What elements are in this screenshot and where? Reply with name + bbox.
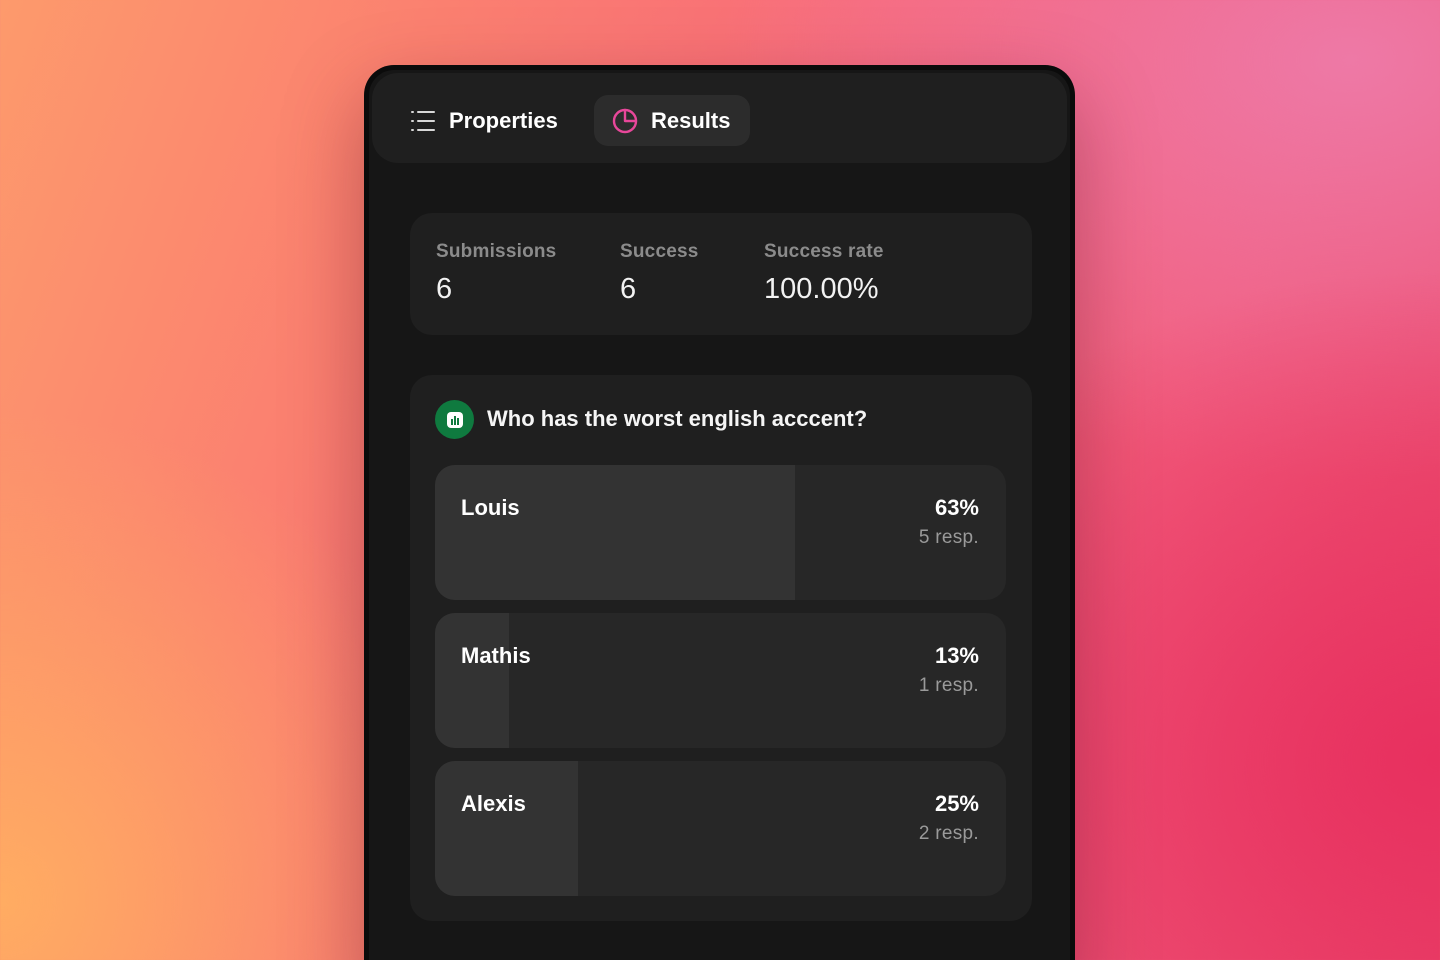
tab-properties[interactable]: Properties <box>392 95 576 146</box>
option-label: Louis <box>461 495 520 520</box>
tab-results[interactable]: Results <box>594 95 750 146</box>
option-label: Mathis <box>461 643 531 668</box>
option-fill-bar <box>435 613 510 748</box>
stat-success-label: Success <box>620 241 699 262</box>
pie-chart-icon <box>612 108 638 134</box>
question-title: Who has the worst english acccent? <box>487 406 868 431</box>
option-responses: 1 resp. <box>918 675 979 696</box>
stats-card: Submissions 6 Success 6 Success rate 100… <box>410 213 1032 335</box>
option-percent: 63% <box>934 495 979 520</box>
option-alexis[interactable]: Alexis 25% 2 resp. <box>435 761 1006 896</box>
stat-submissions-value: 6 <box>436 273 453 305</box>
question-card: Who has the worst english acccent? Louis… <box>410 375 1032 921</box>
tab-bar: Properties Results <box>372 73 1067 163</box>
stat-success-rate-label: Success rate <box>764 241 884 262</box>
option-responses: 2 resp. <box>918 823 979 844</box>
option-mathis[interactable]: Mathis 13% 1 resp. <box>435 613 1006 748</box>
option-label: Alexis <box>461 791 526 816</box>
list-icon <box>410 108 436 134</box>
results-panel: Properties Results Submissions 6 Success… <box>364 65 1075 960</box>
option-percent: 25% <box>934 791 979 816</box>
tab-properties-label: Properties <box>449 107 558 133</box>
tab-results-label: Results <box>651 107 731 133</box>
stat-success-value: 6 <box>620 273 637 305</box>
bar-chart-icon <box>435 400 474 439</box>
stat-success: Success 6 <box>620 241 699 306</box>
option-louis[interactable]: Louis 63% 5 resp. <box>435 465 1006 600</box>
stat-success-rate: Success rate 100.00% <box>764 241 884 306</box>
stat-submissions-label: Submissions <box>436 241 557 262</box>
stat-success-rate-value: 100.00% <box>764 273 879 305</box>
option-fill-bar <box>435 761 578 896</box>
option-fill-bar <box>435 465 795 600</box>
option-responses: 5 resp. <box>918 527 979 548</box>
option-percent: 13% <box>934 643 979 668</box>
stat-submissions: Submissions 6 <box>436 241 556 306</box>
